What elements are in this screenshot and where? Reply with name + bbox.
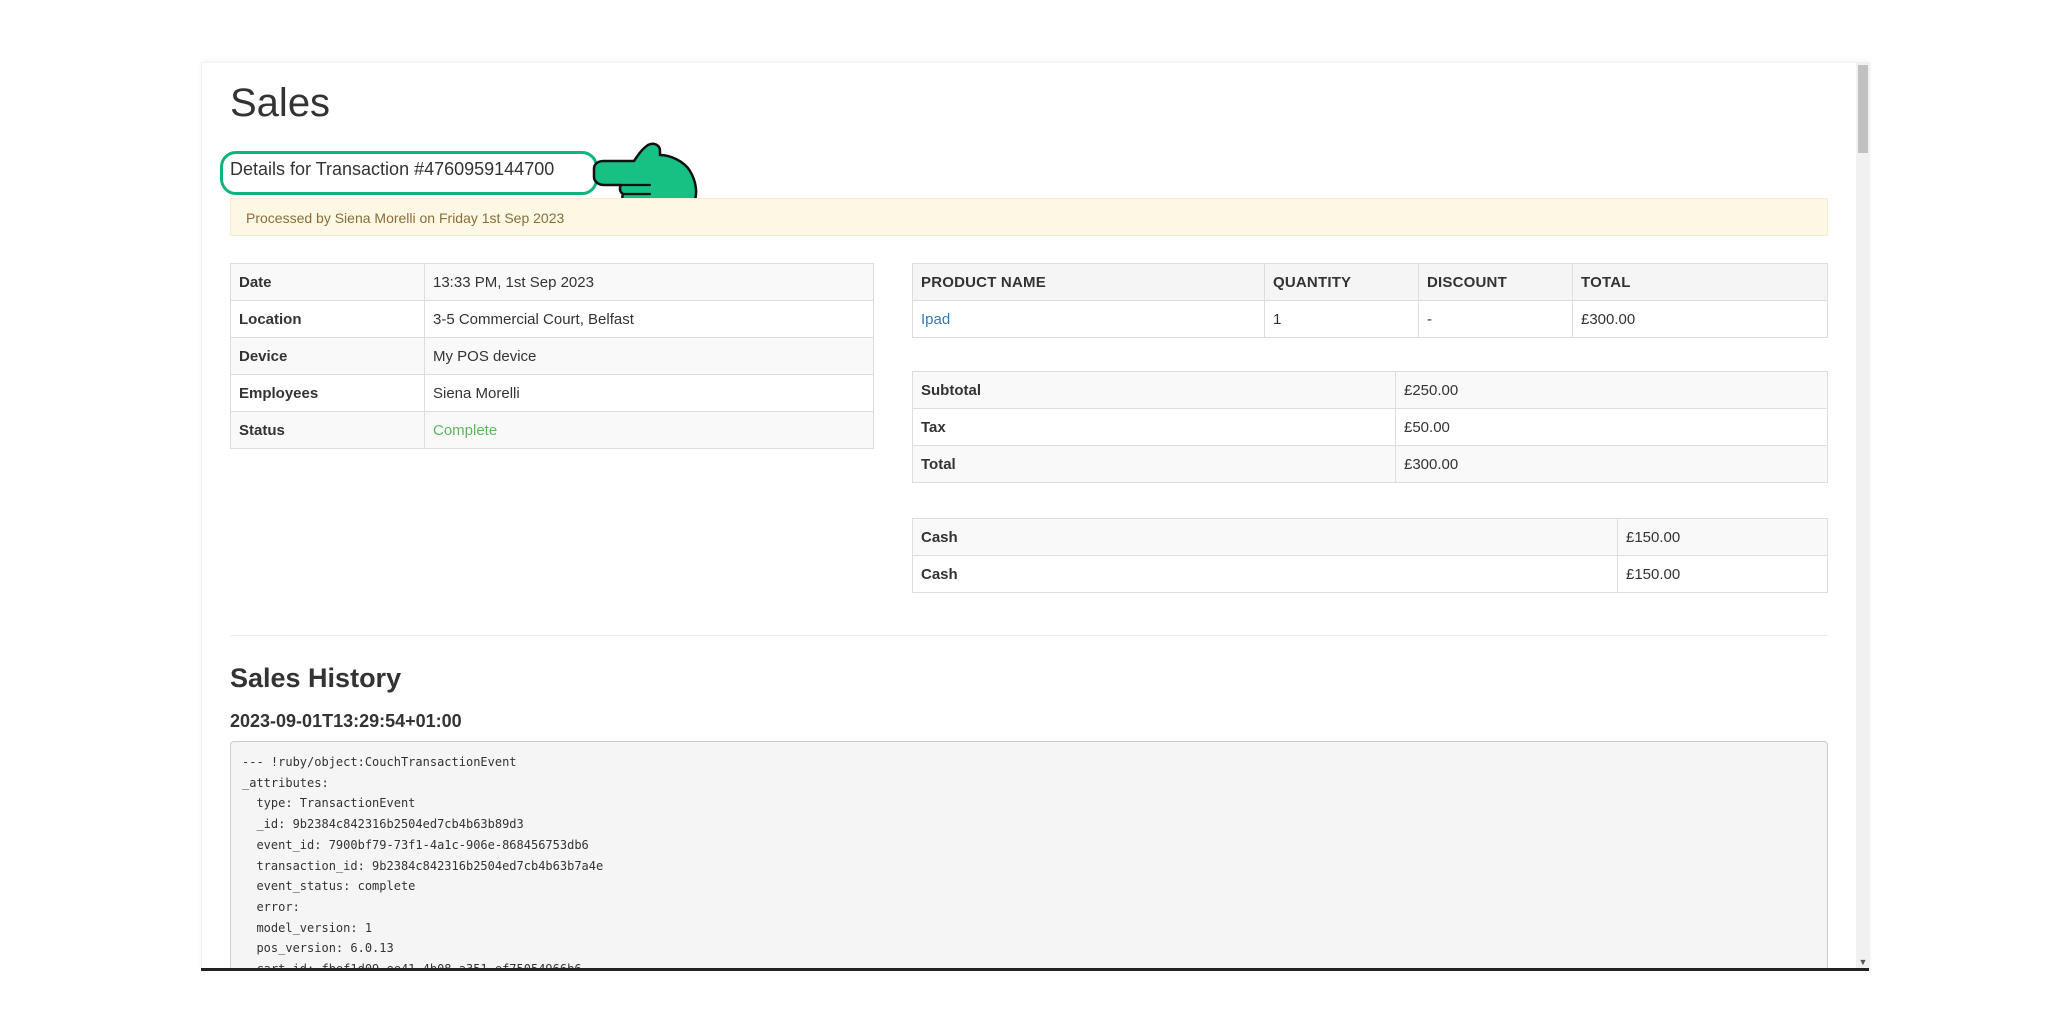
payments-table: Cash £150.00 Cash £150.00: [912, 518, 1828, 593]
table-row: Employees Siena Morelli: [230, 374, 874, 412]
table-row: Cash £150.00: [912, 518, 1828, 556]
detail-value: 13:33 PM, 1st Sep 2023: [424, 263, 874, 301]
scroll-down-arrow-icon[interactable]: ▼: [1856, 955, 1870, 969]
payment-method: Cash: [912, 518, 1618, 556]
event-yaml-block: --- !ruby/object:CouchTransactionEvent _…: [230, 741, 1828, 971]
scrollbar-thumb[interactable]: [1858, 65, 1868, 153]
table-row: Tax £50.00: [912, 408, 1828, 446]
transaction-subtitle: Details for Transaction #4760959144700: [230, 159, 555, 179]
vertical-scrollbar[interactable]: ▼: [1856, 63, 1870, 969]
section-divider: [230, 635, 1828, 636]
column-header-total: TOTAL: [1572, 263, 1828, 301]
payment-amount: £150.00: [1617, 555, 1828, 593]
transaction-details-table: Date 13:33 PM, 1st Sep 2023 Location 3-5…: [230, 263, 874, 449]
product-link[interactable]: Ipad: [921, 311, 950, 328]
totals-value: £50.00: [1395, 408, 1828, 446]
table-row: Status Complete: [230, 411, 874, 449]
detail-label: Device: [230, 337, 425, 375]
detail-value: 3-5 Commercial Court, Belfast: [424, 300, 874, 338]
total-cell: £300.00: [1572, 300, 1828, 338]
totals-label: Tax: [912, 408, 1396, 446]
totals-table: Subtotal £250.00 Tax £50.00 Total £300.0…: [912, 371, 1828, 483]
table-row: Ipad 1 - £300.00: [912, 300, 1828, 338]
totals-label: Total: [912, 445, 1396, 483]
product-name-cell: Ipad: [912, 300, 1265, 338]
quantity-cell: 1: [1264, 300, 1419, 338]
sales-history-heading: Sales History: [230, 663, 402, 693]
table-row: Date 13:33 PM, 1st Sep 2023: [230, 263, 874, 301]
status-value: Complete: [424, 411, 874, 449]
table-row: Total £300.00: [912, 445, 1828, 483]
table-row: Cash £150.00: [912, 555, 1828, 593]
detail-label: Date: [230, 263, 425, 301]
table-header-row: PRODUCT NAME QUANTITY DISCOUNT TOTAL: [912, 263, 1828, 301]
table-row: Device My POS device: [230, 337, 874, 375]
detail-value: My POS device: [424, 337, 874, 375]
totals-value: £300.00: [1395, 445, 1828, 483]
browser-viewport: Sales Details for Transaction #476095914…: [201, 62, 1870, 971]
detail-label: Employees: [230, 374, 425, 412]
table-row: Subtotal £250.00: [912, 371, 1828, 409]
column-header-discount: DISCOUNT: [1418, 263, 1573, 301]
detail-value: Siena Morelli: [424, 374, 874, 412]
detail-label: Location: [230, 300, 425, 338]
discount-cell: -: [1418, 300, 1573, 338]
detail-label: Status: [230, 411, 425, 449]
products-table: PRODUCT NAME QUANTITY DISCOUNT TOTAL Ipa…: [912, 263, 1828, 338]
processed-alert: Processed by Siena Morelli on Friday 1st…: [230, 198, 1828, 236]
column-header-product-name: PRODUCT NAME: [912, 263, 1265, 301]
payment-method: Cash: [912, 555, 1618, 593]
totals-label: Subtotal: [912, 371, 1396, 409]
page-title: Sales: [230, 81, 331, 125]
column-header-quantity: QUANTITY: [1264, 263, 1419, 301]
payment-amount: £150.00: [1617, 518, 1828, 556]
table-row: Location 3-5 Commercial Court, Belfast: [230, 300, 874, 338]
event-timestamp: 2023-09-01T13:29:54+01:00: [230, 711, 462, 731]
viewport-bottom-edge: [201, 968, 1869, 971]
totals-value: £250.00: [1395, 371, 1828, 409]
